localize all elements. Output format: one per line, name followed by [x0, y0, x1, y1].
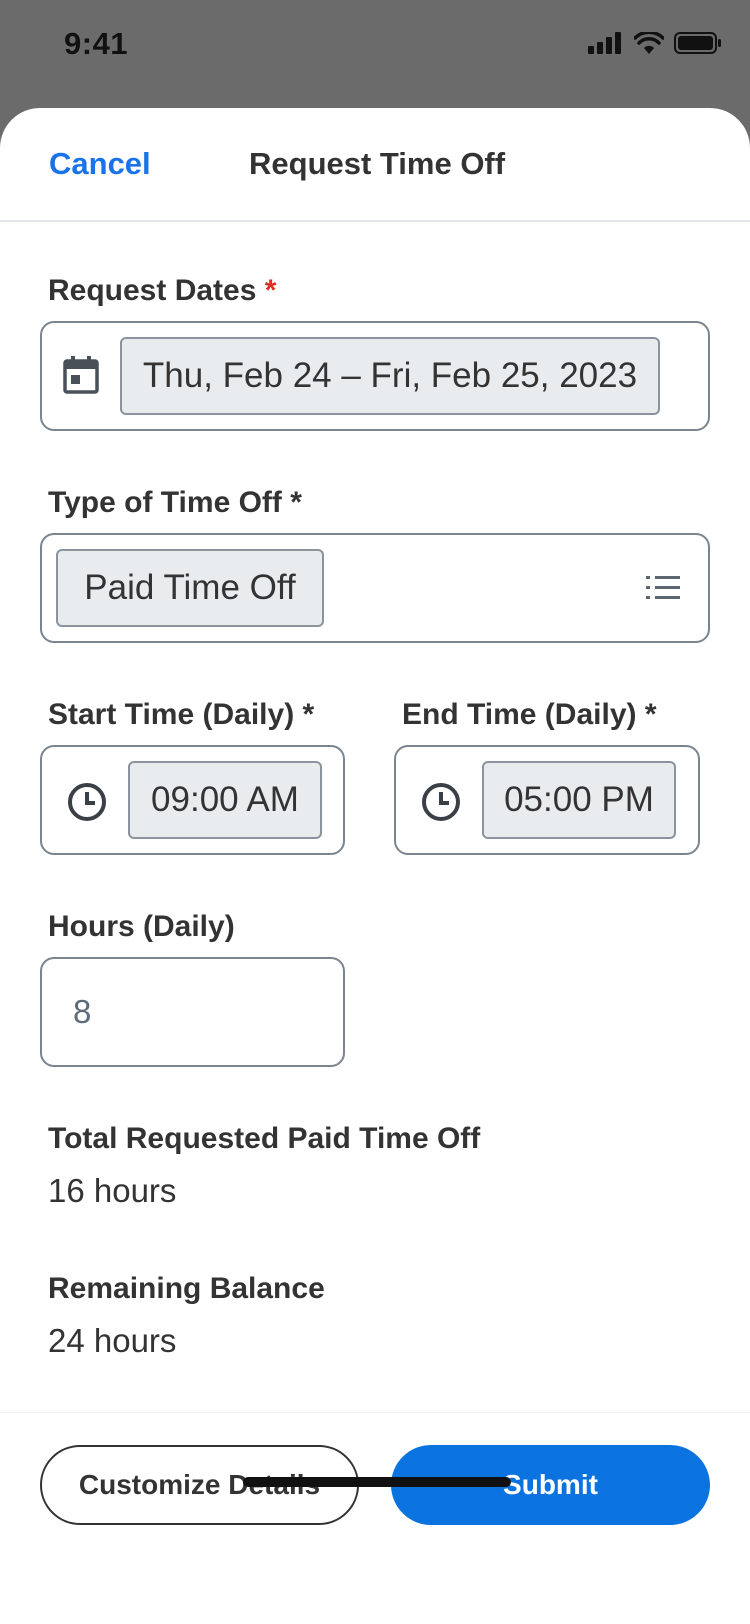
total-requested-value: 16 hours [48, 1172, 177, 1209]
end-time-field[interactable]: 05:00 PM [394, 745, 700, 855]
clock-icon [422, 783, 460, 821]
status-bar: 9:41 [0, 0, 750, 100]
remaining-balance-label: Remaining Balance [48, 1272, 325, 1305]
signal-icon [588, 32, 621, 54]
required-marker: * [264, 274, 277, 307]
type-of-time-off-label: Type of Time Off * [48, 486, 302, 519]
clock-icon [68, 783, 106, 821]
hours-input[interactable]: 8 [40, 957, 345, 1067]
remaining-balance-value: 24 hours [48, 1322, 177, 1359]
time-off-type-chip[interactable]: Paid Time Off [56, 549, 324, 627]
calendar-icon [63, 356, 99, 394]
status-time: 9:41 [64, 26, 129, 61]
battery-icon [674, 32, 721, 54]
date-range-chip[interactable]: Thu, Feb 24 – Fri, Feb 25, 2023 [120, 337, 660, 415]
request-dates-label: Request Dates * [48, 274, 276, 308]
status-icons [588, 32, 722, 54]
request-dates-label-text: Request Dates [48, 274, 257, 307]
cancel-button[interactable]: Cancel [49, 146, 151, 182]
start-time-chip[interactable]: 09:00 AM [128, 761, 322, 839]
type-of-time-off-field[interactable]: Paid Time Off [40, 533, 710, 643]
start-time-label: Start Time (Daily) * [48, 698, 315, 731]
request-dates-field[interactable]: Thu, Feb 24 – Fri, Feb 25, 2023 [40, 321, 710, 431]
page-title: Request Time Off [249, 146, 506, 181]
total-requested-label: Total Requested Paid Time Off [48, 1122, 481, 1155]
request-time-off-sheet: Cancel Request Time Off Request Dates * … [0, 108, 750, 1624]
start-time-field[interactable]: 09:00 AM [40, 745, 345, 855]
hours-value: 8 [73, 993, 92, 1030]
end-time-label: End Time (Daily) * [402, 698, 657, 731]
home-indicator [243, 1477, 511, 1487]
end-time-chip[interactable]: 05:00 PM [482, 761, 676, 839]
wifi-icon [634, 32, 664, 54]
sheet-header: Cancel Request Time Off [0, 108, 750, 222]
hours-label: Hours (Daily) [48, 910, 235, 943]
list-icon[interactable] [646, 575, 680, 601]
